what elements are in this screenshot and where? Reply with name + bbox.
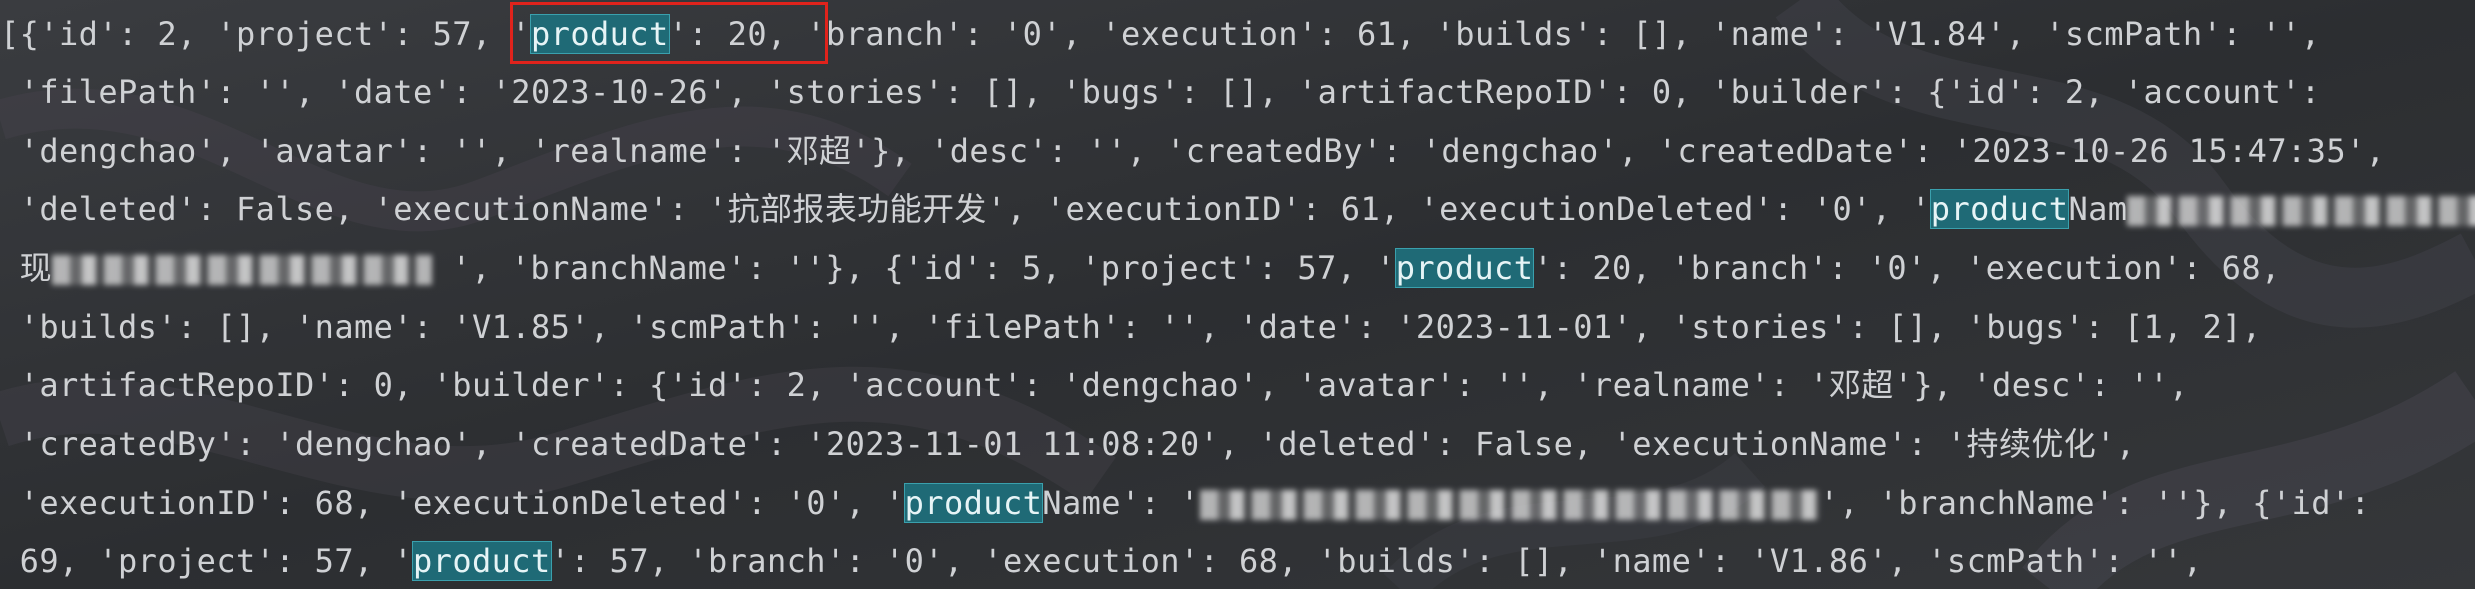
console-line: 'artifactRepoID': 0, 'builder': {'id': 2…: [0, 365, 2189, 405]
console-line: 'builds': [], 'name': 'V1.85', 'scmPath'…: [0, 307, 2262, 347]
console-line: [{'id': 2, 'project': 57, 'product': 20,…: [0, 14, 2321, 54]
redacted-text: [52, 255, 433, 285]
console-line: 'createdBy': 'dengchao', 'createdDate': …: [0, 424, 2136, 464]
code-text: 'filePath': '', 'date': '2023-10-26', 's…: [0, 73, 2321, 111]
search-match-highlight: product: [1929, 189, 2070, 229]
code-text: 现: [0, 249, 53, 287]
code-text: Nam: [2068, 190, 2128, 228]
code-text: 'deleted': False, 'executionName': '抗部报表…: [0, 190, 1931, 228]
console-line: 现 ', 'branchName': ''}, {'id': 5, 'proje…: [0, 248, 2281, 288]
redacted-text: [2127, 196, 2475, 226]
search-match-highlight: product: [411, 541, 552, 581]
console-line: 'dengchao', 'avatar': '', 'realname': '邓…: [0, 131, 2385, 171]
console-line: 'executionID': 68, 'executionDeleted': '…: [0, 483, 2370, 523]
code-text: ': 57, 'branch': '0', 'execution': 68, '…: [550, 542, 2203, 580]
code-text: 'artifactRepoID': 0, 'builder': {'id': 2…: [0, 366, 2189, 404]
code-text: 'executionID': 68, 'executionDeleted': '…: [0, 484, 905, 522]
code-text: 'createdBy': 'dengchao', 'createdDate': …: [0, 425, 2136, 463]
console-line: 'deleted': False, 'executionName': '抗部报表…: [0, 189, 2475, 229]
console-line: 69, 'project': 57, 'product': 57, 'branc…: [0, 541, 2203, 581]
console-line: 'filePath': '', 'date': '2023-10-26', 's…: [0, 72, 2321, 112]
code-text: 'builds': [], 'name': 'V1.85', 'scmPath'…: [0, 308, 2262, 346]
console-output[interactable]: [{'id': 2, 'project': 57, 'product': 20,…: [0, 0, 2475, 589]
redacted-text: [1199, 490, 1820, 520]
search-match-highlight: product: [903, 483, 1044, 523]
code-text: Name': ': [1042, 484, 1200, 522]
code-text: 69, 'project': 57, ': [0, 542, 413, 580]
code-text: ': 20, 'branch': '0', 'execution': 61, '…: [668, 15, 2321, 53]
code-text: ', 'branchName': ''}, {'id':: [1819, 484, 2371, 522]
code-text: ': 20, 'branch': '0', 'execution': 68,: [1533, 249, 2281, 287]
code-text: [{'id': 2, 'project': 57, ': [0, 15, 531, 53]
code-text: 'dengchao', 'avatar': '', 'realname': '邓…: [0, 132, 2386, 170]
code-text: ', 'branchName': ''}, {'id': 5, 'project…: [432, 249, 1396, 287]
search-match-highlight: product: [1394, 248, 1535, 288]
annotation-highlight-box: [510, 2, 828, 64]
